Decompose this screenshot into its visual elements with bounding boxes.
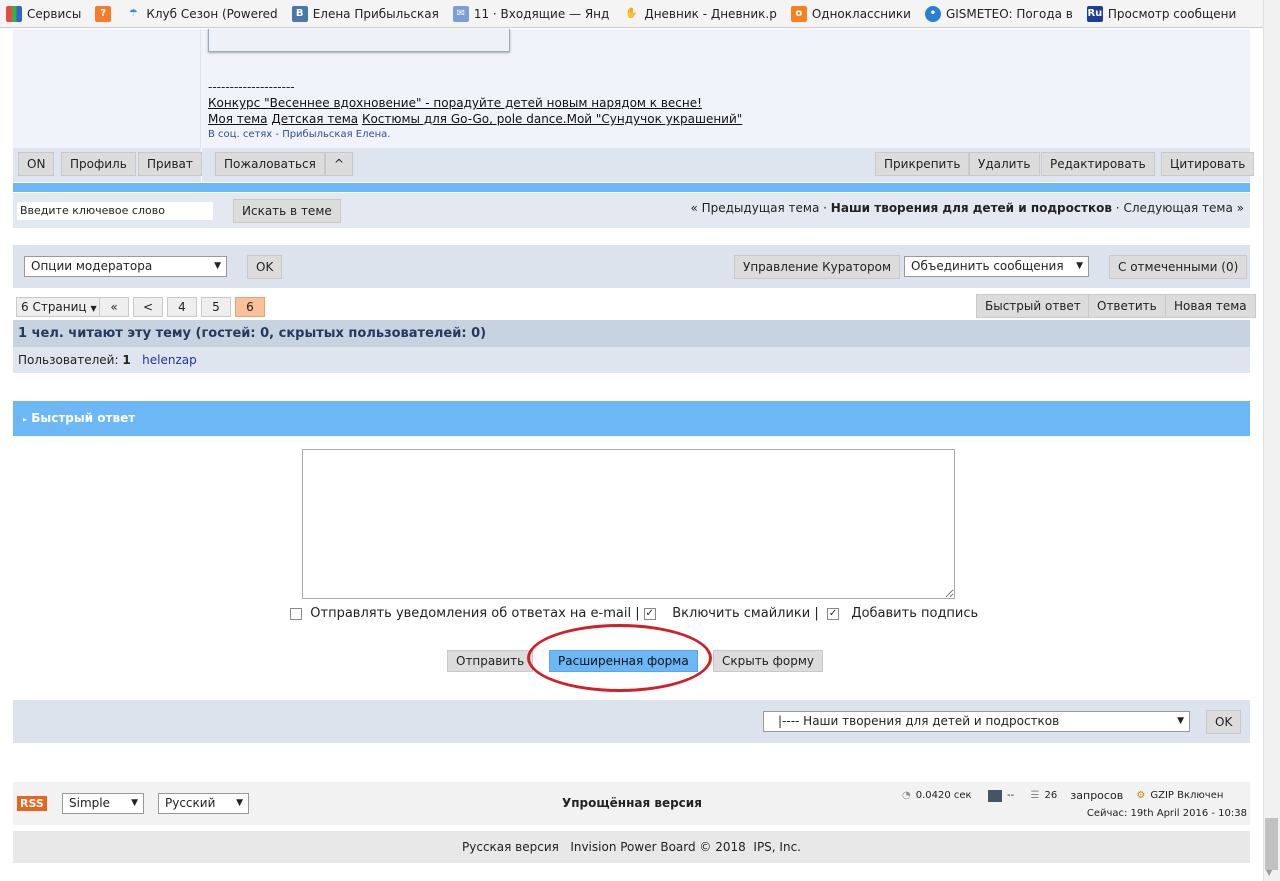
bookmark[interactable]: ? xyxy=(95,5,112,22)
apps-icon xyxy=(6,5,22,22)
gzip-icon: ⚙ xyxy=(1136,790,1146,801)
bookmark-club[interactable]: ☂ Клуб Сезон (Powered xyxy=(125,6,278,22)
forum-jump-ok-button[interactable]: OK xyxy=(1206,710,1242,734)
server-stats: ◔ 0.0420 сек -- ☰ 26 запросов ⚙ GZIP Включе… xyxy=(902,789,1224,802)
report-button[interactable]: Пожаловаться xyxy=(215,152,325,176)
first-page-button[interactable]: « xyxy=(99,297,129,317)
accent-bar xyxy=(13,183,1250,192)
new-topic-button[interactable]: Новая тема xyxy=(1165,294,1256,318)
question-icon: ? xyxy=(95,5,112,22)
rss-icon[interactable]: RSS xyxy=(17,796,47,811)
online-button[interactable]: ON xyxy=(18,152,55,176)
fast-reply-button[interactable]: Быстрый ответ xyxy=(976,294,1090,318)
database-icon: ☰ xyxy=(1030,790,1040,801)
private-message-button[interactable]: Приват xyxy=(138,152,202,176)
topic-navigation: « Предыдущая тема · Наши творения для де… xyxy=(690,201,1244,215)
bookmark-ru[interactable]: Ru Просмотр сообщени xyxy=(1086,5,1236,22)
signature-separator: -------------------- xyxy=(208,80,295,94)
dropdown-arrow-icon: ▼ xyxy=(1076,261,1083,271)
vk-icon: B xyxy=(291,5,308,22)
page-4[interactable]: 4 xyxy=(167,297,197,317)
curator-button[interactable]: Управление Куратором xyxy=(734,255,901,279)
smilies-checkbox[interactable]: ✓ xyxy=(643,607,656,620)
umbrella-icon: ☂ xyxy=(128,7,138,19)
reply-button[interactable]: Ответить xyxy=(1088,294,1166,318)
hide-form-button[interactable]: Скрыть форму xyxy=(713,650,823,672)
dropdown-arrow-icon: ▼ xyxy=(236,798,243,808)
search-topic-button[interactable]: Искать в теме xyxy=(233,199,341,223)
page-5[interactable]: 5 xyxy=(201,297,231,317)
social-text: В соц. сетях - Прибыльская Елена. xyxy=(208,129,391,140)
dropdown-arrow-icon: ▼ xyxy=(214,261,221,271)
ru-icon: Ru xyxy=(1086,5,1103,22)
edit-button[interactable]: Редактировать xyxy=(1041,152,1155,176)
pages-dropdown[interactable]: 6 Страниц ▼ xyxy=(16,297,102,317)
readers-list: Пользователей: 1 helenzap xyxy=(13,347,1250,373)
bookmarks-bar: Сервисы ? ☂ Клуб Сезон (Powered B Елена Пр… xyxy=(0,0,1263,28)
post-author-column xyxy=(13,29,201,148)
ok-icon: о xyxy=(790,5,807,22)
merge-select[interactable]: Объединить сообщения ▼ xyxy=(904,256,1089,277)
scroll-top-button[interactable]: ^ xyxy=(325,152,354,176)
bookmark-diary[interactable]: ✋ Дневник - Дневник.р xyxy=(623,6,777,22)
quick-reply-header[interactable]: ▸ Быстрый ответ xyxy=(13,401,1250,436)
scrollbar[interactable] xyxy=(1263,0,1280,881)
bookmark-vk[interactable]: B Елена Прибыльская xyxy=(291,5,439,22)
lite-version-link[interactable]: Упрощённая версия xyxy=(562,796,702,810)
costumes-link[interactable]: Костюмы для Go-Go, pole dance.Мой "Сунду… xyxy=(362,112,742,126)
clock-icon: ◔ xyxy=(902,790,911,801)
bookmark-gismeteo[interactable]: • GISMETEO: Погода в xyxy=(924,5,1073,22)
next-topic-link[interactable]: Следующая тема » xyxy=(1123,201,1244,215)
contest-link[interactable]: Конкурс "Весеннее вдохновение" - порадуй… xyxy=(208,96,702,110)
moderator-options-select[interactable]: Опции модератора ▼ xyxy=(24,256,227,277)
moderator-ok-button[interactable]: OK xyxy=(247,255,283,279)
my-topic-link[interactable]: Моя тема xyxy=(208,112,268,126)
bookmark-services[interactable]: Сервисы xyxy=(6,5,81,22)
send-button[interactable]: Отправить xyxy=(447,650,534,672)
reply-options: Отправлять уведомления об ответах на e-m… xyxy=(290,606,978,621)
page-6-current[interactable]: 6 xyxy=(235,297,265,317)
mail-icon: ✉ xyxy=(452,5,469,22)
dropdown-arrow-icon: ▼ xyxy=(1177,716,1184,726)
post-image-thumbnail xyxy=(208,29,510,52)
dropdown-arrow-icon: ▼ xyxy=(90,304,97,313)
signature-checkbox[interactable]: ✓ xyxy=(827,607,840,620)
notify-checkbox[interactable] xyxy=(290,607,302,620)
highlight-ellipse xyxy=(527,624,712,692)
scrollbar-thumb[interactable] xyxy=(1265,818,1278,870)
bookmark-mail[interactable]: ✉ 11 · Входящие — Янд xyxy=(452,5,609,22)
scroll-down-arrow-icon[interactable]: ▼ xyxy=(1266,868,1272,877)
prev-topic-link[interactable]: « Предыдущая тема xyxy=(690,201,819,215)
topic-search-input[interactable]: Введите ключевое слово xyxy=(17,202,213,220)
prev-page-button[interactable]: < xyxy=(133,297,163,317)
current-forum-link[interactable]: Наши творения для детей и подростков xyxy=(831,201,1112,215)
current-time: Сейчас: 19th April 2016 - 10:38 xyxy=(1086,808,1247,819)
quote-button[interactable]: Цитировать xyxy=(1161,152,1255,176)
reply-textarea[interactable] xyxy=(302,449,955,599)
post-body: -------------------- Конкурс "Весеннее в… xyxy=(201,29,1250,148)
delete-button[interactable]: Удалить xyxy=(969,152,1040,176)
drop-icon: • xyxy=(924,5,941,22)
monitor-icon xyxy=(987,789,1002,802)
language-select[interactable]: Русский ▼ xyxy=(158,793,249,814)
kids-topic-link[interactable]: Детская тема xyxy=(271,112,358,126)
hand-icon: ✋ xyxy=(625,7,638,19)
profile-button[interactable]: Профиль xyxy=(61,152,136,176)
copyright: Русская версия Invision Power Board © 20… xyxy=(13,831,1250,863)
selected-action-button[interactable]: С отмеченными (0) xyxy=(1109,255,1248,279)
skin-select[interactable]: Simple ▼ xyxy=(62,793,144,814)
bookmark-ok[interactable]: о Одноклассники xyxy=(790,5,911,22)
dropdown-arrow-icon: ▼ xyxy=(131,798,138,808)
pin-button[interactable]: Прикрепить xyxy=(875,152,970,176)
expand-arrow-icon: ▸ xyxy=(23,415,28,424)
readers-header: 1 чел. читают эту тему (гостей: 0, скрыт… xyxy=(13,320,1250,347)
user-link[interactable]: helenzap xyxy=(142,353,197,367)
forum-jump-select[interactable]: |---- Наши творения для детей и подростк… xyxy=(763,711,1190,732)
